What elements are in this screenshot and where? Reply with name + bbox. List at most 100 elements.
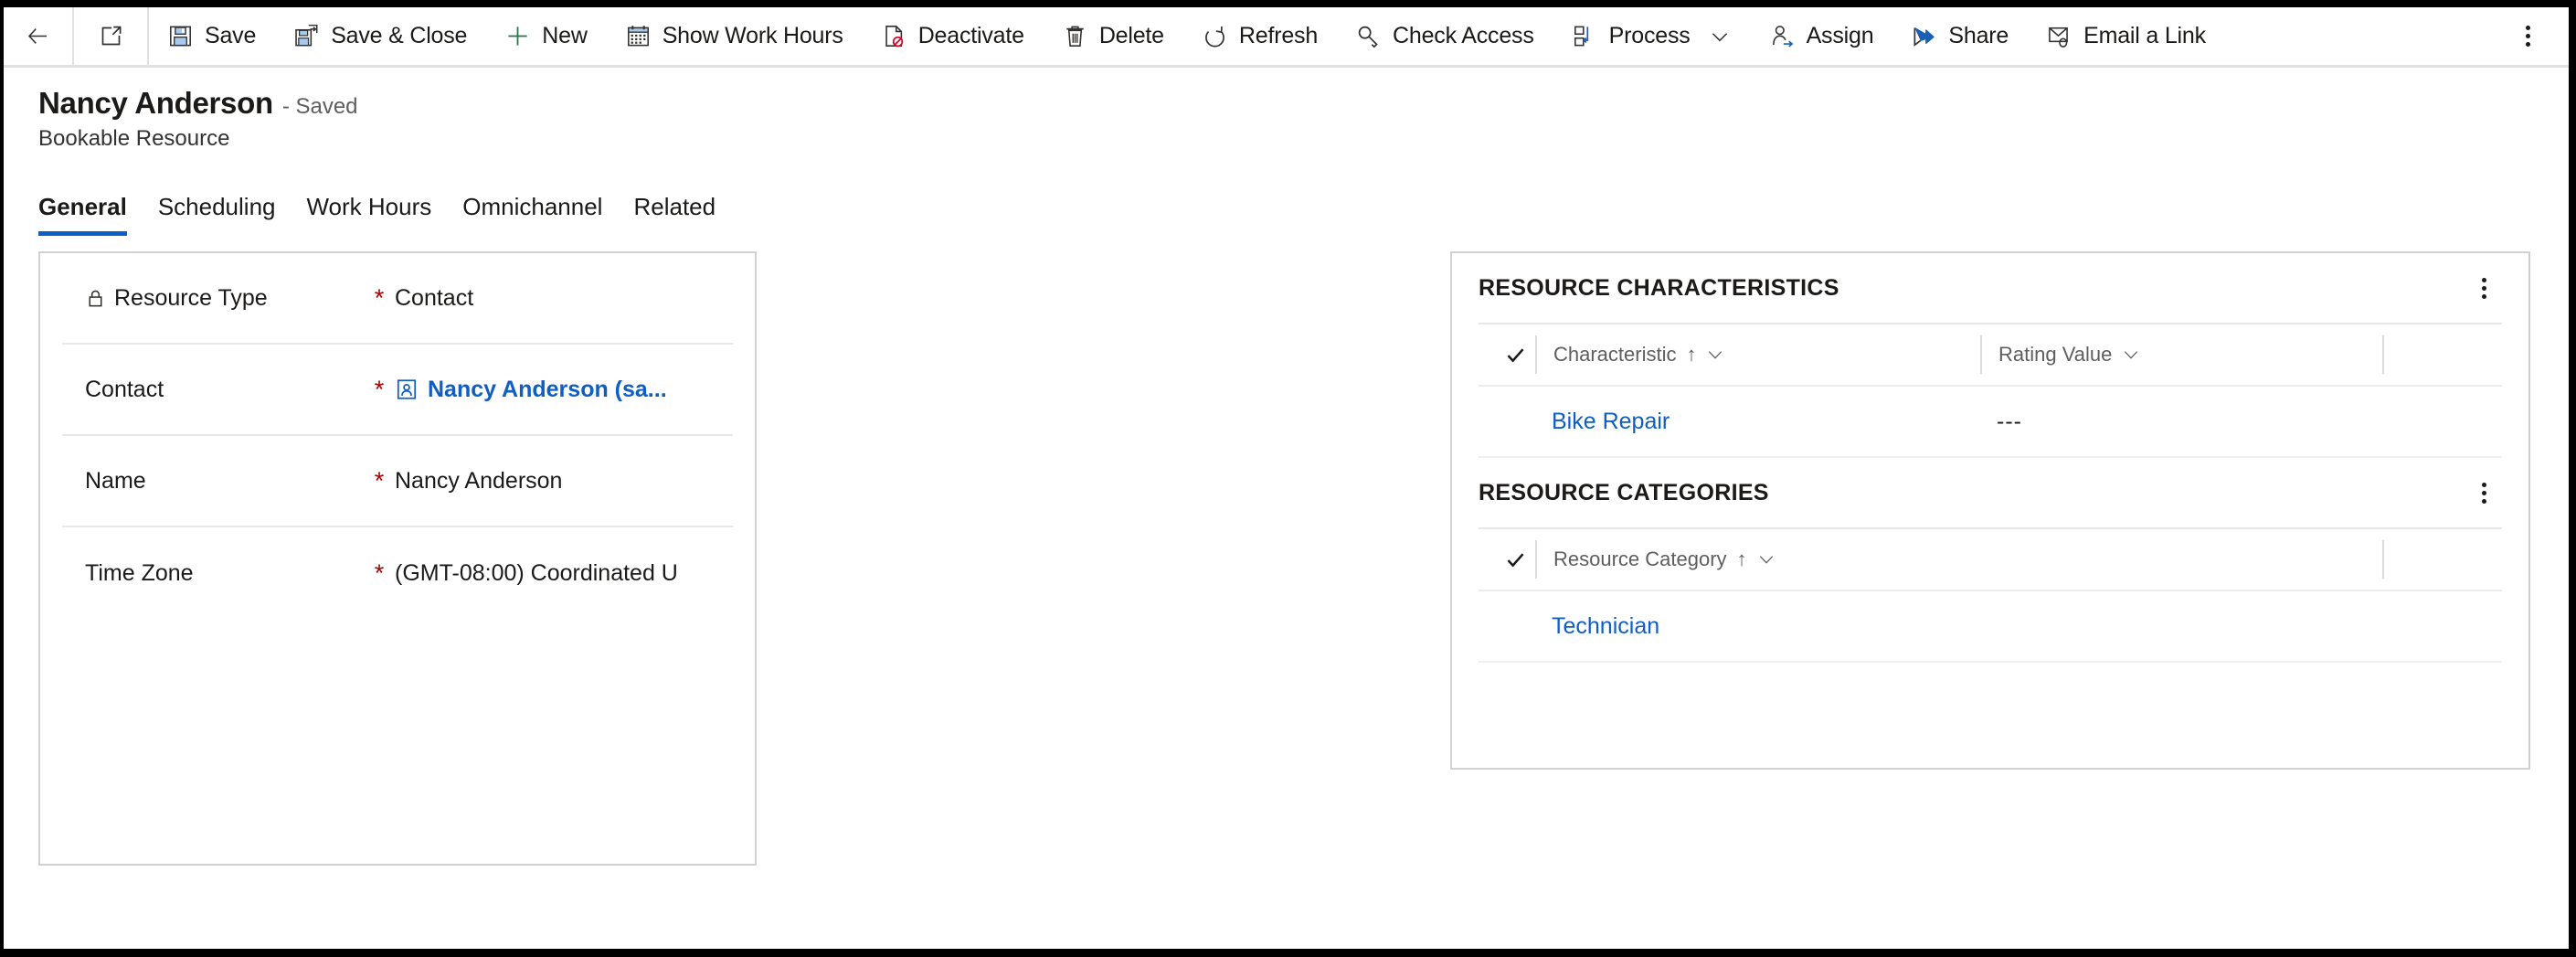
deactivate-button[interactable]: Deactivate [863,7,1044,65]
assign-button-label: Assign [1806,23,1874,48]
contact-record-icon [397,379,417,399]
refresh-button[interactable]: Refresh [1183,7,1337,65]
field-row-time-zone: Time Zone * (GMT-08:00) Coordinated U [62,527,733,619]
column-header-characteristic[interactable]: Characteristic ↑ [1535,335,1980,374]
new-button-label: New [542,23,588,48]
column-header-rating-value[interactable]: Rating Value [1980,335,2382,374]
field-row-contact: Contact * Nancy Anderson (sa... [62,345,733,436]
field-value-resource-type[interactable]: Contact [395,285,733,312]
field-label-text: Name [85,467,146,494]
more-options-icon [2481,482,2486,504]
resource-characteristics-menu-button[interactable] [2465,270,2502,306]
tab-general[interactable]: General [38,193,143,236]
table-row[interactable]: Bike Repair --- [1479,387,2502,458]
general-fields-card: Resource Type * Contact Contact * Nancy … [38,251,757,866]
tab-work-hours[interactable]: Work Hours [291,193,447,236]
show-work-hours-button-label: Show Work Hours [662,23,843,48]
share-button[interactable]: Share [1892,7,2028,65]
process-button[interactable]: Process [1553,7,1751,65]
deactivate-button-label: Deactivate [917,23,1024,48]
subgrids-card: RESOURCE CHARACTERISTICS Characteristic … [1450,251,2530,770]
select-all-checkbox[interactable] [1495,345,1535,366]
resource-categories-menu-button[interactable] [2465,474,2502,511]
field-value-name[interactable]: Nancy Anderson [395,468,733,494]
field-value-contact[interactable]: Nancy Anderson (sa... [395,377,733,403]
open-in-new-window-button[interactable] [74,7,149,65]
column-header-label: Rating Value [1998,343,2113,366]
chevron-down-icon[interactable] [2122,346,2140,364]
popout-icon [101,26,121,46]
app-window: Save Save & Close New Show Work Hours De… [4,7,2569,949]
field-label-text: Time Zone [85,559,194,586]
assign-button[interactable]: Assign [1751,7,1893,65]
field-label-contact: Contact [62,377,364,403]
command-bar: Save Save & Close New Show Work Hours De… [4,7,2569,68]
process-icon [1574,26,1588,47]
resource-categories-title: RESOURCE CATEGORIES [1479,479,1769,505]
new-icon [508,27,527,46]
save-status: - Saved [281,94,358,119]
assign-icon [1772,26,1793,48]
save-and-close-button[interactable]: Save & Close [275,7,486,65]
save-button-label: Save [205,23,257,48]
tab-omnichannel[interactable]: Omnichannel [447,193,618,236]
back-button[interactable] [4,7,74,65]
column-header-label: Resource Category [1553,548,1727,570]
chevron-down-icon[interactable] [1706,346,1724,364]
email-a-link-button[interactable]: Email a Link [2028,7,2225,65]
table-row[interactable]: Technician [1479,591,2502,663]
column-header-spacer [1980,540,2382,579]
sort-ascending-icon: ↑ [1686,343,1697,366]
resource-categories-header: RESOURCE CATEGORIES [1479,458,2502,527]
email-a-link-icon [2049,27,2068,48]
field-value-time-zone[interactable]: (GMT-08:00) Coordinated U [395,560,733,587]
cell-characteristic[interactable]: Bike Repair [1535,409,1980,435]
tab-related[interactable]: Related [618,193,731,236]
delete-icon [1066,26,1084,47]
new-button[interactable]: New [486,7,606,65]
check-access-icon [1358,26,1378,48]
lock-icon [89,290,102,306]
cell-rating-value: --- [1997,408,2022,434]
tab-scheduling[interactable]: Scheduling [143,193,292,236]
save-icon [170,26,191,47]
save-and-close-icon [295,24,318,47]
field-row-resource-type: Resource Type * Contact [62,253,733,345]
delete-button-label: Delete [1098,23,1164,48]
field-label-text: Resource Type [114,284,268,311]
field-list: Resource Type * Contact Contact * Nancy … [40,253,755,619]
field-label-time-zone: Time Zone [62,560,364,587]
resource-characteristics-title: RESOURCE CHARACTERISTICS [1479,274,1839,301]
field-label-resource-type: Resource Type [62,285,364,312]
more-options-icon [2481,277,2486,299]
required-indicator: * [374,558,385,587]
check-access-button[interactable]: Check Access [1337,7,1553,65]
select-all-checkbox[interactable] [1495,549,1535,570]
checkmark-icon [1507,347,1523,362]
email-a-link-button-label: Email a Link [2083,23,2206,48]
chevron-down-icon[interactable] [1757,550,1776,569]
share-button-label: Share [1948,23,2009,48]
delete-button[interactable]: Delete [1044,7,1183,65]
chevron-down-icon[interactable] [1708,25,1732,48]
show-work-hours-button[interactable]: Show Work Hours [607,7,863,65]
field-value-text: Nancy Anderson [395,467,563,494]
column-header-resource-category[interactable]: Resource Category ↑ [1535,540,1980,579]
record-title-row: Nancy Anderson - Saved [38,86,2569,121]
field-value-text: Nancy Anderson (sa... [428,376,667,402]
column-header-label: Characteristic [1553,343,1677,366]
save-button[interactable]: Save [149,7,275,65]
field-row-name: Name * Nancy Anderson [62,436,733,527]
column-divider [2382,335,2384,374]
check-access-button-label: Check Access [1393,23,1534,48]
required-indicator: * [374,283,385,312]
resource-characteristics-grid-header: Characteristic ↑ Rating Value [1479,323,2502,387]
resource-categories-grid-header: Resource Category ↑ [1479,527,2502,591]
checkmark-icon [1507,552,1523,567]
more-commands-button[interactable] [2503,7,2552,65]
cell-resource-category[interactable]: Technician [1535,613,1980,640]
save-and-close-button-label: Save & Close [331,23,468,48]
share-icon [1913,27,1935,47]
show-work-hours-icon [627,26,649,47]
form-body: Resource Type * Contact Contact * Nancy … [4,236,2569,949]
